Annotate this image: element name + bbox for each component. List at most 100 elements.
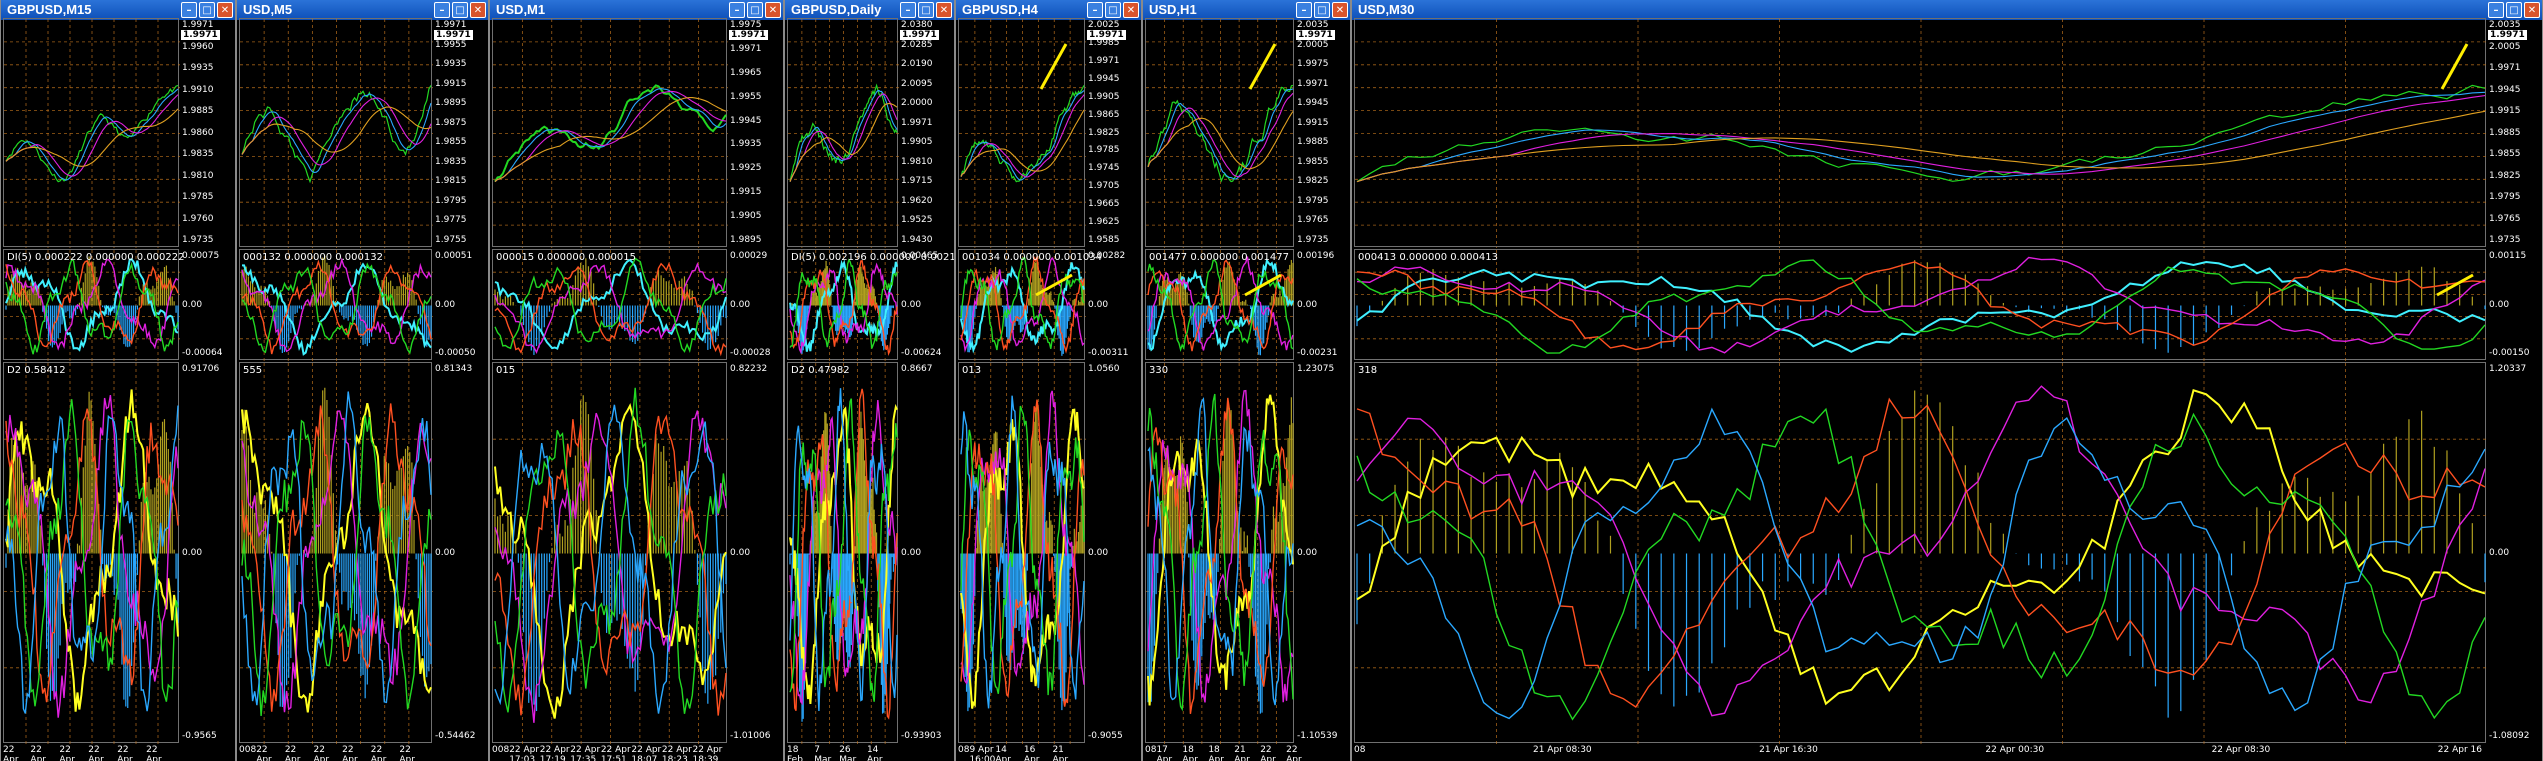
indicator-pane-2[interactable]: 013 <box>958 362 1086 744</box>
close-button[interactable]: ✕ <box>936 2 952 18</box>
scale-tick-label: 1.9765 <box>1297 215 1329 226</box>
maximize-button[interactable]: □ <box>452 2 468 18</box>
scale-tick-label: 1.9971 <box>730 43 762 54</box>
current-price-marker: 1.9971 <box>2488 30 2527 40</box>
indicator-pane-2[interactable]: 555 <box>239 362 433 744</box>
price-pane[interactable] <box>1354 18 2487 248</box>
minimize-button[interactable]: – <box>900 2 916 18</box>
indicator-pane-2-plot <box>1146 363 1295 744</box>
window-titlebar[interactable]: USD,M1 – □ ✕ <box>490 0 783 20</box>
maximize-button[interactable]: □ <box>918 2 934 18</box>
indicator-pane-1[interactable]: 001477 0.000000 0.001477 <box>1145 249 1295 361</box>
close-button[interactable]: ✕ <box>2524 2 2540 18</box>
price-pane[interactable] <box>239 18 433 248</box>
time-tick-label: 22 Apr 18:07 <box>631 745 662 761</box>
window-titlebar[interactable]: USD,M30 – □ ✕ <box>1352 0 2542 20</box>
close-button[interactable]: ✕ <box>1123 2 1139 18</box>
time-tick-label: 22 Apr 18:00 <box>1286 745 1302 761</box>
window-titlebar[interactable]: USD,H1 – □ ✕ <box>1143 0 1350 20</box>
maximize-button[interactable]: □ <box>747 2 763 18</box>
scale-tick-label: 1.9935 <box>730 139 762 150</box>
close-button[interactable]: ✕ <box>470 2 486 18</box>
window-titlebar[interactable]: USD,M5 – □ ✕ <box>237 0 488 20</box>
scale-tick-label: 0.81343 <box>435 364 473 374</box>
indicator-pane-2[interactable]: 015 <box>492 362 728 744</box>
scale-tick-label: 1.9620 <box>901 195 933 206</box>
scale-tick-label: 1.9975 <box>1297 59 1329 70</box>
maximize-button[interactable]: □ <box>2506 2 2522 18</box>
chart-window[interactable]: USD,M5– □ ✕ 1.9971 1.9955 1.9935 1.9915 1.9895 1… <box>236 0 489 761</box>
window-title: GBPUSD,M15 <box>7 2 92 17</box>
window-titlebar[interactable]: GBPUSD,M15 – □ ✕ <box>1 0 235 20</box>
scale-tick-label: 0.00 <box>2489 299 2510 310</box>
indicator-pane-1[interactable]: DI(5) 0.002196 0.000000 0.002196 <box>787 249 954 361</box>
current-price-marker: 1.9971 <box>900 30 939 40</box>
scale-tick-label: 2.0000 <box>901 98 933 109</box>
indicator-pane-2[interactable]: D2 0.47982 <box>787 362 899 744</box>
chart-window[interactable]: GBPUSD,M15– □ ✕ 1.9971 1.9960 1.9935 1.9910 1.9… <box>0 0 236 761</box>
time-tick-label: 008 <box>239 745 257 755</box>
indicator-pane-2[interactable]: 330 <box>1145 362 1295 744</box>
time-tick-label: 21 Apr 08:00 <box>1052 745 1069 761</box>
scale-tick-label: 1.20337 <box>2489 364 2527 374</box>
maximize-icon: □ <box>455 4 465 16</box>
scale-tick-label: 1.9825 <box>1088 127 1120 138</box>
scale-tick-label: 1.9971 <box>435 20 467 30</box>
scale-tick-label: 0.00 <box>435 299 456 310</box>
minimize-button[interactable]: – <box>434 2 450 18</box>
minimize-button[interactable]: – <box>1087 2 1103 18</box>
scale-tick-label: -0.00050 <box>435 348 476 358</box>
indicator-pane-1[interactable]: 000015 0.000000 0.000015 <box>492 249 728 361</box>
scale-tick-label: 1.9795 <box>2489 192 2521 202</box>
indicator-pane-1[interactable]: 000132 0.000000 0.000132 <box>239 249 433 361</box>
close-button[interactable]: ✕ <box>217 2 233 18</box>
indicator-pane-1[interactable]: DI(5) 0.000222 0.000000 0.000222 <box>3 249 185 361</box>
window-titlebar[interactable]: GBPUSD,H4 – □ ✕ <box>956 0 1141 20</box>
close-icon: ✕ <box>939 4 949 16</box>
time-tick-label: 9 Apr 16:00 <box>969 745 996 761</box>
minimize-icon: – <box>1301 4 1307 16</box>
indicator-pane-2[interactable]: D2 0.58412 <box>3 362 180 744</box>
price-pane[interactable] <box>958 18 1086 248</box>
ma-magenta-line <box>1356 95 2486 183</box>
price-pane[interactable] <box>1145 18 1295 248</box>
price-pane-plot <box>1146 19 1295 248</box>
time-tick-label: 08 <box>1145 745 1157 755</box>
scale-tick-label: 0.00 <box>2489 547 2510 558</box>
price-pane[interactable] <box>787 18 899 248</box>
price-pane[interactable] <box>492 18 728 248</box>
maximize-button[interactable]: □ <box>1314 2 1330 18</box>
close-icon: ✕ <box>2527 4 2537 16</box>
indicator-pane-2-plot <box>959 363 1086 744</box>
scale-tick-label: 0.00 <box>901 547 922 558</box>
minimize-button[interactable]: – <box>1296 2 1312 18</box>
chart-window[interactable]: USD,M1– □ ✕ 1.9975 1.9971 1.9965 1.9955 1.9945 1… <box>489 0 784 761</box>
time-axis: 0817 Apr 16:00 18 Apr 04:00 18 Apr 20:00 21… <box>1145 745 1302 761</box>
indicator-pane-1[interactable]: 000413 0.000000 0.000413 <box>1354 249 2487 361</box>
scale-tick-label: 1.9971 <box>2489 63 2521 73</box>
minimize-button[interactable]: – <box>729 2 745 18</box>
scale-tick-label: -1.08092 <box>2489 731 2530 741</box>
close-button[interactable]: ✕ <box>765 2 781 18</box>
chart-window[interactable]: GBPUSD,Daily – □ ✕ 2.0380 2.0285 2.0190 2.0095 2… <box>784 0 955 761</box>
minimize-button[interactable]: – <box>2488 2 2504 18</box>
scale-tick-label: 2.0190 <box>901 59 933 70</box>
window-titlebar[interactable]: GBPUSD,Daily – □ ✕ <box>785 0 954 20</box>
scale-tick-label: 1.9775 <box>435 215 467 226</box>
indicator-pane-2[interactable]: 318 <box>1354 362 2487 744</box>
minimize-button[interactable]: – <box>181 2 197 18</box>
scale-tick-label: 0.00 <box>182 547 203 558</box>
maximize-button[interactable]: □ <box>199 2 215 18</box>
price-pane[interactable] <box>3 18 180 248</box>
time-axis: 18 Feb 2008 7 Mar 2008 26 Mar 2008 14 Apr 2… <box>787 745 894 761</box>
chart-window[interactable]: GBPUSD,H4– □ ✕ 2.0025 1.9985 1.9971 1.9945 1.99… <box>955 0 1142 761</box>
chart-window[interactable]: USD,M30– □ ✕ 2.0035 2.0005 1.9971 1.9945 1.9915… <box>1351 0 2543 761</box>
indicator-pane-1[interactable]: 001034 0.000000 0.001034 <box>958 249 1102 361</box>
indicator-pane-2-plot <box>493 363 728 744</box>
maximize-button[interactable]: □ <box>1105 2 1121 18</box>
indicator-pane-2-label: 015 <box>496 365 516 376</box>
close-button[interactable]: ✕ <box>1332 2 1348 18</box>
time-tick-label: 22 Apr 14:30 <box>313 745 330 761</box>
chart-window[interactable]: USD,H1 – □ ✕ 2.0035 2.0005 1.9975 1.9971 1.9945 1… <box>1142 0 1351 761</box>
scale-tick-label: 1.9815 <box>435 176 467 187</box>
